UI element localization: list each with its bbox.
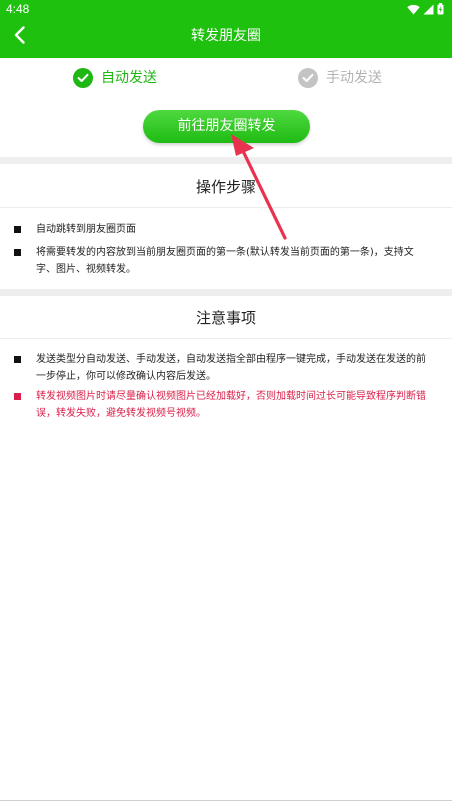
battery-icon — [437, 0, 444, 19]
notes-title: 注意事项 — [195, 309, 256, 327]
check-circle-icon — [73, 68, 93, 88]
section-rule — [0, 207, 452, 208]
manual-send-option[interactable]: 手动发送 — [298, 67, 382, 89]
bullet-square-icon — [14, 393, 21, 400]
auto-send-option[interactable]: 自动发送 — [73, 67, 157, 89]
section-divider — [0, 157, 452, 164]
step-text: 将需要转发的内容放到当前朋友圈页面的第一条(默认转发当前页面的第一条)，支持文字… — [36, 247, 414, 275]
warning-item: 转发视频图片时请尽量确认视频图片已经加载好，否则加载时间过长可能导致程序判断错误… — [14, 388, 432, 422]
auto-send-label: 自动发送 — [101, 70, 157, 86]
bullet-square-icon — [14, 226, 21, 233]
wifi-icon — [407, 0, 420, 19]
list-item: 发送类型分自动发送、手动发送，自动发送指全部由程序一键完成，手动发送在发送的前一… — [14, 351, 432, 385]
bullet-square-icon — [14, 356, 21, 363]
list-item: 将需要转发的内容放到当前朋友圈页面的第一条(默认转发当前页面的第一条)，支持文字… — [14, 244, 432, 278]
status-time: 4:48 — [6, 2, 30, 16]
send-mode-selector: 自动发送 手动发送 — [0, 58, 452, 98]
bottom-divider — [0, 800, 452, 801]
step-text: 自动跳转到朋友圈页面 — [36, 224, 136, 235]
warning-text: 转发视频图片时请尽量确认视频图片已经加载好，否则加载时间过长可能导致程序判断错误… — [36, 391, 426, 419]
section-divider — [0, 289, 452, 296]
note-text: 发送类型分自动发送、手动发送，自动发送指全部由程序一键完成，手动发送在发送的前一… — [36, 354, 426, 382]
check-circle-icon — [298, 68, 318, 88]
go-to-moments-button[interactable]: 前往朋友圈转发 — [143, 110, 310, 143]
page-title: 转发朋友圈 — [191, 28, 261, 44]
top-app-bar: 4:48 转发朋友圈 — [0, 0, 452, 58]
list-item: 自动跳转到朋友圈页面 — [14, 221, 432, 238]
bullet-square-icon — [14, 249, 21, 256]
section-rule — [0, 338, 452, 339]
signal-icon — [423, 0, 434, 19]
manual-send-label: 手动发送 — [326, 70, 382, 86]
steps-title: 操作步骤 — [195, 178, 256, 196]
status-icons — [407, 2, 444, 16]
